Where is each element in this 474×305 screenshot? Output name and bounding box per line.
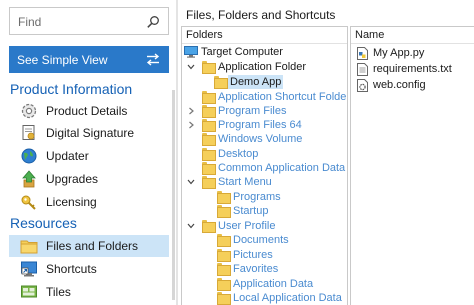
tree-label: Application Shortcut Folder <box>218 91 348 103</box>
tree-label: Local Application Data <box>233 292 342 304</box>
tree-label: Programs <box>233 191 281 203</box>
see-simple-view-label: See Simple View <box>17 53 108 67</box>
folder-icon <box>202 133 216 146</box>
nav-item-digital-signature[interactable]: Digital Signature <box>9 122 169 144</box>
files-list[interactable]: Name My App.py requirements.txt web.conf… <box>350 26 474 305</box>
tree-label: Common Application Data <box>218 162 346 174</box>
search-box[interactable]: Find <box>9 7 169 35</box>
folder-icon <box>217 249 231 262</box>
folder-icon <box>20 240 38 254</box>
tree-label: Pictures <box>233 249 273 261</box>
globe-icon <box>21 148 37 164</box>
computer-icon <box>184 46 198 58</box>
tree-label: Application Data <box>233 278 314 290</box>
tree-label: User Profile <box>218 220 276 232</box>
python-file-icon <box>357 47 368 60</box>
key-icon <box>21 195 36 210</box>
nav-item-product-details[interactable]: Product Details <box>9 100 169 122</box>
folder-icon <box>202 176 216 189</box>
section-resources: Resources <box>10 215 77 231</box>
folder-icon <box>202 91 216 104</box>
search-icon[interactable] <box>146 15 160 29</box>
folder-icon <box>202 61 216 74</box>
nav-item-updater[interactable]: Updater <box>9 145 169 167</box>
tree-label: Desktop <box>218 148 259 160</box>
shortcut-icon <box>21 261 37 277</box>
tree-label: Program Files 64 <box>218 119 302 131</box>
swap-arrows-icon <box>146 53 160 66</box>
folder-icon <box>202 105 216 118</box>
tree-label: Demo App <box>228 75 284 89</box>
sidebar-scrollbar[interactable] <box>172 90 175 300</box>
name-column-header[interactable]: Name <box>351 27 474 44</box>
gear-icon <box>21 103 37 119</box>
folder-icon <box>217 263 231 276</box>
text-file-icon <box>357 63 368 76</box>
nav-item-licensing[interactable]: Licensing <box>9 191 169 213</box>
tree-label: Start Menu <box>218 176 272 188</box>
folder-icon <box>202 148 216 161</box>
folders-header-label: Folders <box>186 29 223 41</box>
tiles-icon <box>21 285 37 298</box>
nav-label: Updater <box>46 149 89 163</box>
navigation-sidebar: Find See Simple View Product Information… <box>0 0 176 305</box>
nav-item-upgrades[interactable]: Upgrades <box>9 168 169 190</box>
file-name: My App.py <box>373 47 425 59</box>
pane-divider[interactable] <box>176 0 178 305</box>
tree-label: Windows Volume <box>218 133 303 145</box>
search-input[interactable]: Find <box>18 15 41 29</box>
chevron-down-icon[interactable] <box>186 221 196 231</box>
nav-item-tiles[interactable]: Tiles <box>9 281 169 303</box>
nav-item-shortcuts[interactable]: Shortcuts <box>9 258 169 280</box>
section-product-information: Product Information <box>10 81 133 97</box>
nav-label: Upgrades <box>46 172 99 186</box>
tree-label: Target Computer <box>201 46 283 58</box>
file-name: web.config <box>373 79 426 91</box>
config-file-icon <box>357 79 368 92</box>
folders-tree[interactable]: Folders Target Computer Application Fold… <box>181 26 348 305</box>
nav-label: Product Details <box>46 104 128 118</box>
signed-document-icon <box>22 125 35 140</box>
nav-item-files-and-folders[interactable]: Files and Folders <box>9 235 169 257</box>
folder-icon <box>202 162 216 175</box>
see-simple-view-button[interactable]: See Simple View <box>9 46 169 73</box>
nav-label: Files and Folders <box>46 239 139 253</box>
tree-label: Startup <box>233 205 269 217</box>
chevron-right-icon[interactable] <box>186 120 196 130</box>
folders-column-header[interactable]: Folders <box>182 27 347 44</box>
folder-icon <box>214 76 228 89</box>
chevron-down-icon[interactable] <box>186 177 196 187</box>
chevron-right-icon[interactable] <box>186 106 196 116</box>
tree-label: Favorites <box>233 263 279 275</box>
page-title: Files, Folders and Shortcuts <box>186 8 336 22</box>
nav-label: Tiles <box>46 285 71 299</box>
tree-label: Documents <box>233 234 289 246</box>
folder-icon <box>202 119 216 132</box>
folder-icon <box>217 234 231 247</box>
name-header-label: Name <box>355 29 385 41</box>
chevron-down-icon[interactable] <box>186 62 196 72</box>
nav-label: Licensing <box>46 195 97 209</box>
nav-label: Digital Signature <box>46 126 135 140</box>
folder-icon <box>217 278 231 291</box>
folder-icon <box>217 191 231 204</box>
folder-icon <box>217 205 231 218</box>
folder-icon <box>202 220 216 233</box>
tree-label: Application Folder <box>218 61 307 73</box>
file-name: requirements.txt <box>373 63 452 75</box>
folder-icon <box>217 292 231 305</box>
tree-label: Program Files <box>218 105 287 117</box>
nav-label: Shortcuts <box>46 262 97 276</box>
upgrade-arrow-icon <box>22 170 36 188</box>
